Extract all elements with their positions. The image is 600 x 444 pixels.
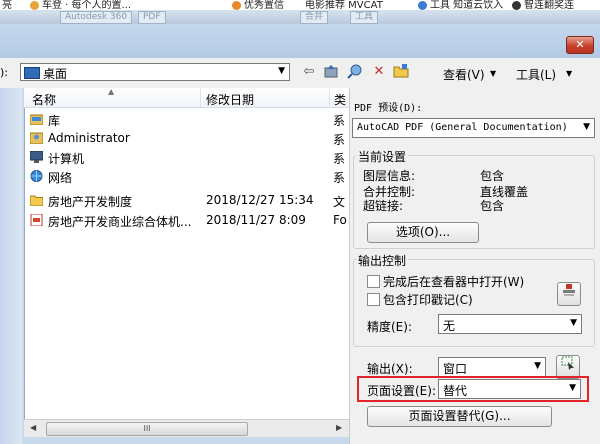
horizontal-scrollbar[interactable]: ◀ III ▶ [24,419,349,437]
desktop-icon [24,67,40,79]
bookmark-item[interactable]: 亮 [2,0,12,10]
look-in-select[interactable]: 桌面 ▼ [20,63,290,81]
ribbon-tab[interactable]: Autodesk 360 [60,11,133,24]
list-item[interactable]: 房地产开发商业综合体机... 2018/11/27 8:09 Fo [24,211,349,230]
layer-info-label: 图层信息: [363,169,416,183]
folder-icon [29,194,44,207]
pdf-preset-select[interactable]: AutoCAD PDF (General Documentation) ▼ [352,118,595,138]
places-bar [0,88,22,444]
computer-icon [29,150,44,163]
bookmark-icon [232,0,241,10]
look-in-value: 桌面 [43,67,68,81]
column-separator[interactable] [329,88,330,107]
back-arrow-icon[interactable]: ⇦ [300,63,318,81]
bookmarks-bar: 亮 车登 · 每个人的置... 优秀置信 电影推荐 MVCAT 工具 知道云饮入… [0,0,600,10]
open-in-viewer-label[interactable]: 完成后在查看器中打开(W) [383,273,524,290]
ribbon-tab[interactable]: 工具 [350,11,379,24]
search-web-icon[interactable] [346,63,364,81]
new-folder-icon[interactable] [392,63,410,81]
pdf-file-icon [30,213,43,227]
chevron-down-icon: ▼ [583,122,590,132]
page-setup-override-button[interactable]: 页面设置替代(G)... [367,406,552,427]
options-button[interactable]: 选项(O)... [367,222,479,243]
user-folder-icon [29,132,44,145]
scroll-left-icon[interactable]: ◀ [30,423,36,432]
scrollbar-thumb[interactable]: III [46,422,248,436]
precision-label: 精度(E): [367,320,412,334]
export-label: 输出(X): [367,362,413,376]
column-separator[interactable] [200,88,201,107]
dialog-titlebar [0,24,600,58]
list-item[interactable]: 库 系 [24,110,349,129]
chevron-down-icon: ▼ [570,318,577,328]
delete-icon[interactable]: ✕ [370,63,388,81]
open-in-viewer-checkbox[interactable] [367,275,380,288]
bookmark-item[interactable]: 智连翻奖连 [512,0,574,10]
file-list-header: 名称 ▲ 修改日期 类 [24,87,349,108]
bookmark-item[interactable]: 电影推荐 MVCAT [305,0,383,10]
stamp-icon [563,284,575,296]
chevron-down-icon: ▼ [566,69,573,78]
tools-menu[interactable]: 工具(L) [516,66,556,83]
view-menu[interactable]: 查看(V) [443,66,485,83]
network-icon [30,170,43,182]
look-in-label: ): [0,66,8,79]
up-folder-icon[interactable] [322,63,340,81]
list-item[interactable]: Administrator 系 [24,129,349,148]
scroll-right-icon[interactable]: ▶ [336,423,342,432]
hyperlink-label: 超链接: [363,199,404,213]
current-settings-title: 当前设置 [356,148,409,165]
bookmark-item[interactable]: 优秀置信 [232,0,284,10]
layer-info-value: 包含 [480,169,505,183]
bookmark-item[interactable]: 工具 知道云饮入 [418,0,503,10]
cad-ribbon: Autodesk 360 PDF 合并 工具 [0,10,600,24]
bookmark-item[interactable]: 车登 · 每个人的置... [30,0,131,10]
output-control-title: 输出控制 [356,252,409,269]
ribbon-tab[interactable]: PDF [138,11,166,24]
chevron-down-icon: ▼ [534,361,541,371]
hyperlink-value: 包含 [480,199,505,213]
plot-stamp-settings-button[interactable] [557,282,581,306]
list-item[interactable]: 房地产开发制度 2018/12/27 15:34 文 [24,191,349,210]
bookmark-icon [512,0,521,10]
list-item[interactable]: 计算机 系 [24,148,349,167]
column-type[interactable]: 类 [334,91,346,108]
list-item[interactable]: 网络 系 [24,167,349,186]
bookmark-icon [30,0,39,10]
include-plot-stamp-label[interactable]: 包含打印戳记(C) [383,291,473,308]
pdf-preset-label: PDF 预设(D): [354,103,423,114]
bookmark-icon [418,0,427,10]
library-icon [29,113,44,126]
chevron-down-icon: ▼ [278,66,285,76]
column-date[interactable]: 修改日期 [206,91,254,108]
select-window-icon [561,356,574,370]
column-name[interactable]: 名称 [32,91,56,108]
chevron-down-icon: ▼ [490,69,497,78]
ribbon-tab[interactable]: 合并 [300,11,329,24]
precision-select[interactable]: 无 ▼ [438,314,582,334]
include-plot-stamp-checkbox[interactable] [367,293,380,306]
red-highlight-box [357,376,589,402]
export-select[interactable]: 窗口 ▼ [438,357,546,377]
sort-up-icon: ▲ [108,87,115,96]
close-button[interactable]: ✕ [566,36,594,54]
